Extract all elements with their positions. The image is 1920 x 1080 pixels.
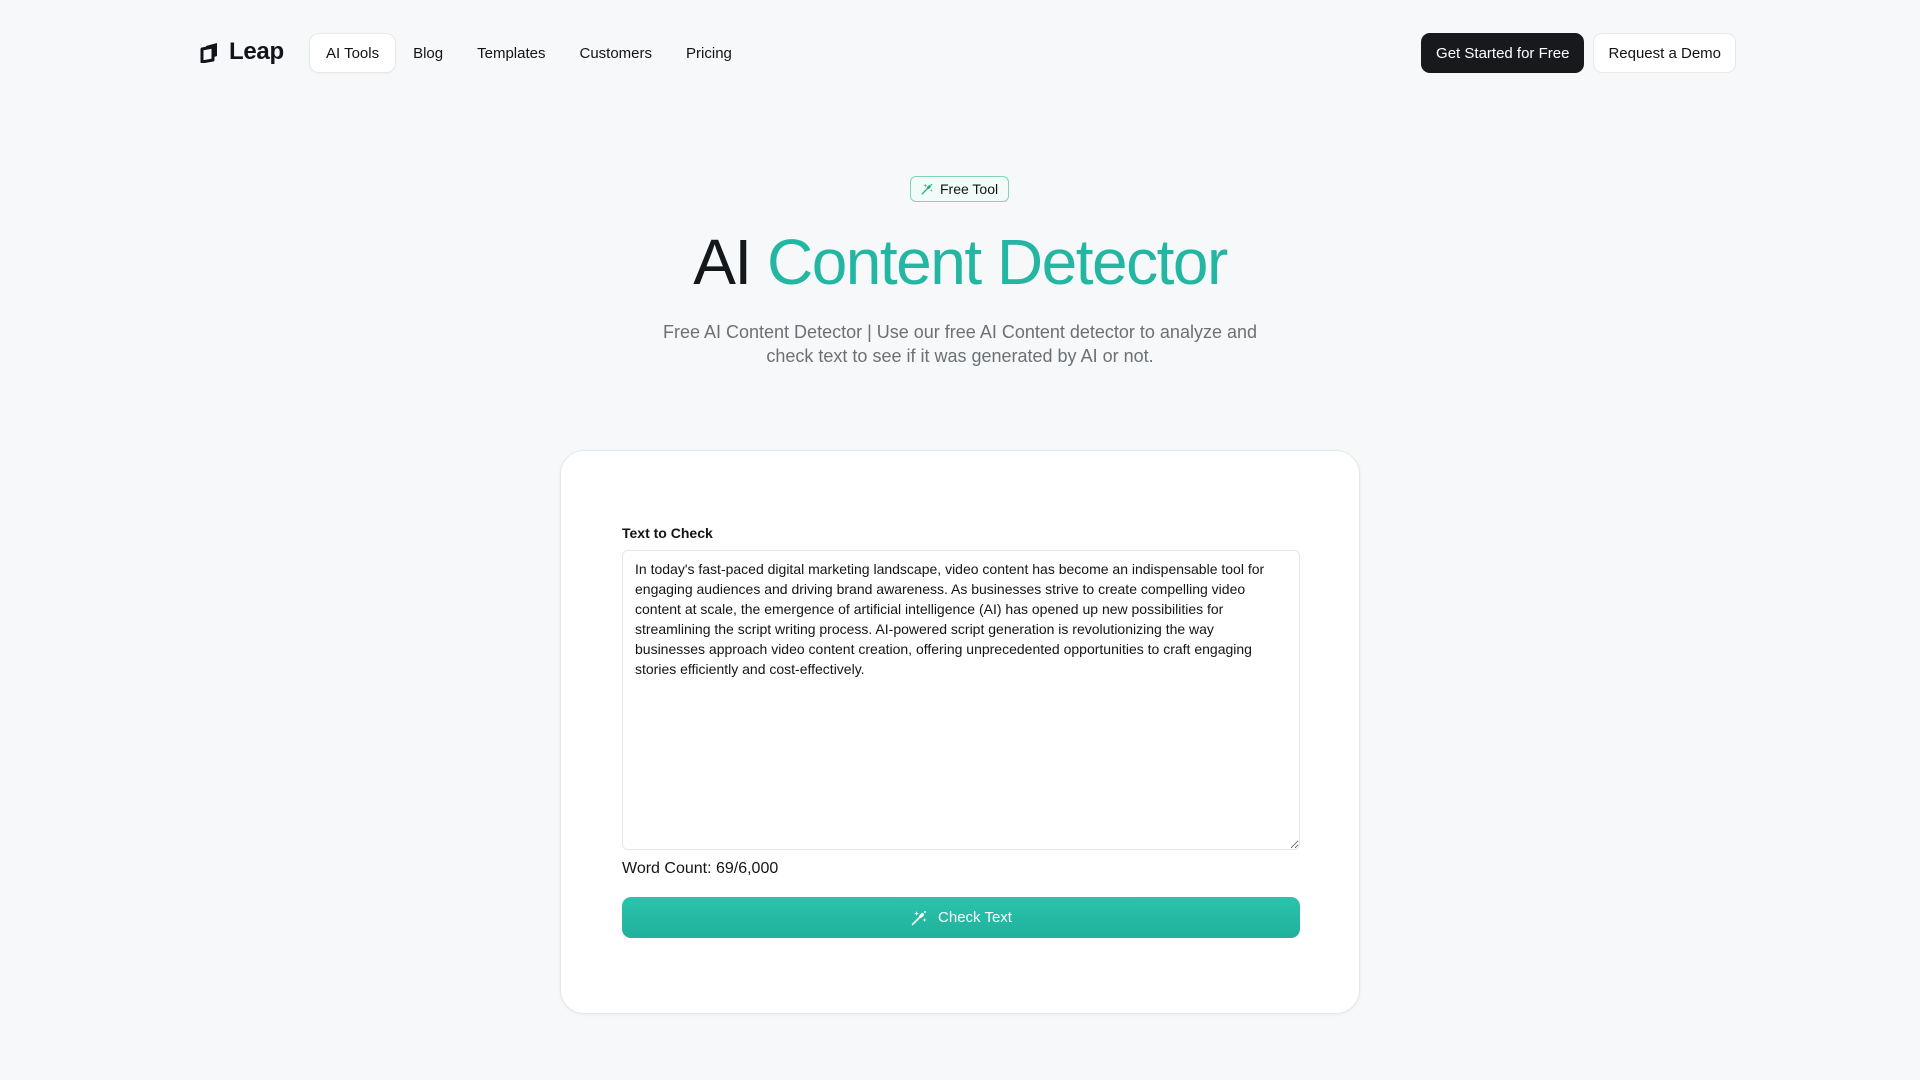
nav-link-blog[interactable]: Blog xyxy=(396,33,460,73)
request-demo-button[interactable]: Request a Demo xyxy=(1593,33,1736,73)
title-accent: Content Detector xyxy=(766,226,1228,298)
title-plain: AI xyxy=(693,226,752,298)
nav-link-pricing[interactable]: Pricing xyxy=(669,33,749,73)
magic-wand-icon xyxy=(921,183,933,195)
page-subtitle: Free AI Content Detector | Use our free … xyxy=(662,322,1257,366)
magic-wand-icon xyxy=(911,910,927,925)
check-text-label: Check Text xyxy=(938,909,1012,926)
badge-label: Free Tool xyxy=(940,181,999,197)
get-started-button[interactable]: Get Started for Free xyxy=(1421,33,1585,73)
nav-link-ai-tools[interactable]: AI Tools xyxy=(309,33,397,73)
logo-link[interactable]: Leap xyxy=(199,36,284,68)
page-title: AI Content Detector xyxy=(0,222,1920,302)
word-count: Word Count: 69/6,000 xyxy=(622,860,779,877)
top-navigation: Leap AI Tools Blog Templates Customers P… xyxy=(0,0,1920,104)
nav-links: AI Tools Blog Templates Customers Pricin… xyxy=(309,33,749,73)
free-tool-badge: Free Tool xyxy=(910,176,1010,202)
check-text-button[interactable]: Check Text xyxy=(622,897,1300,938)
leap-logo-icon xyxy=(200,43,217,63)
nav-link-templates[interactable]: Templates xyxy=(460,33,562,73)
nav-link-customers[interactable]: Customers xyxy=(563,33,670,73)
detector-card: Text to Check In today's fast-paced digi… xyxy=(560,450,1360,1014)
text-to-check-label: Text to Check xyxy=(622,525,713,541)
text-to-check-input[interactable]: In today's fast-paced digital marketing … xyxy=(622,550,1300,850)
brand-name: Leap xyxy=(229,38,284,65)
nav-actions: Get Started for Free Request a Demo xyxy=(1421,33,1736,73)
